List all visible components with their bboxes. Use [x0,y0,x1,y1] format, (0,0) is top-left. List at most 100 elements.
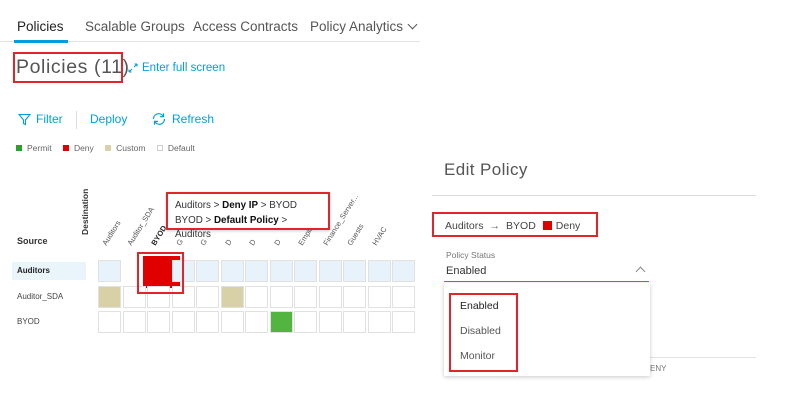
tooltip-line-2: BYOD > Default Policy > Auditors [175,214,321,243]
policy-status-select[interactable]: Enabled [444,262,649,282]
enter-full-screen-link[interactable]: Enter full screen [128,62,225,74]
matrix-cell[interactable] [245,285,268,308]
deny-color-swatch [542,221,552,230]
panel-divider [432,195,756,196]
tab-bar: Policies Scalable Groups Access Contract… [0,0,420,43]
column-label: Auditors [100,218,123,247]
legend-custom: Custom [105,143,145,153]
matrix-cell[interactable] [220,285,244,308]
enter-full-screen-label: Enter full screen [142,62,226,74]
column-label: HVAC [369,225,389,247]
matrix-cell[interactable] [294,311,317,333]
matrix-cell[interactable] [171,311,195,333]
tooltip-2-sep: > [202,214,214,226]
matrix-cell[interactable] [392,285,415,308]
tooltip-2-contract: Default Policy [213,214,279,226]
tooltip-1-sep: > [258,200,270,211]
legend: Permit Deny Custom Default [16,143,204,153]
matrix-cell[interactable] [269,260,293,282]
background-table-text: ENY [650,364,667,373]
matrix-cell[interactable] [367,311,391,333]
matrix-cell[interactable] [367,260,391,282]
matrix-cell[interactable] [392,311,415,333]
matrix-cell[interactable] [220,311,244,333]
legend-permit-label: Permit [27,143,52,153]
matrix-cell[interactable] [196,285,219,308]
legend-default-label: Default [167,143,195,153]
matrix-cell[interactable] [245,311,268,333]
legend-deny-label: Deny [73,143,94,153]
source-axis-label: Source [17,236,48,246]
tooltip-1-source: Auditors [175,200,211,211]
tab-scalable-groups[interactable]: Scalable Groups [85,19,185,34]
refresh-label: Refresh [172,112,215,126]
filter-label: Filter [36,112,63,126]
matrix-cell[interactable] [98,260,121,282]
legend-default-swatch [156,145,163,151]
matrix-cell[interactable] [147,311,170,333]
chevron-up-icon [635,266,646,277]
matrix-cell[interactable] [318,311,342,333]
matrix-cell[interactable] [318,285,342,308]
tab-policies[interactable]: Policies [17,19,64,34]
expand-icon [128,63,138,73]
matrix-cell[interactable] [343,311,366,333]
tooltip-1-contract: Deny IP [222,200,259,211]
tooltip-2-source: BYOD [175,214,203,226]
page-title: Policies (11) [16,56,130,78]
matrix-cell[interactable] [392,260,415,282]
matrix-cell[interactable] [220,260,244,282]
matrix-cell[interactable] [294,260,317,282]
matrix-cell[interactable] [98,285,121,308]
matrix-cell[interactable] [294,285,317,308]
matrix-cell[interactable] [269,285,293,308]
tooltip-1-sep: > [210,200,223,211]
policy-tooltip: Auditors > Deny IP > BYOD BYOD > Default… [166,192,330,240]
policy-status-label: Policy Status [446,250,496,260]
tab-access-contracts[interactable]: Access Contracts [193,19,298,34]
matrix-cell[interactable] [343,260,366,282]
tooltip-1-dest: BYOD [269,200,297,211]
breadcrumb-contract: Deny [555,220,581,232]
legend-custom-swatch [105,145,112,151]
matrix-cell[interactable] [367,285,391,308]
tab-policy-analytics-label: Policy Analytics [310,19,404,34]
column-label: Guests [345,222,366,247]
filter-icon [17,113,32,126]
legend-default: Default [156,143,195,153]
toolbar: Filter Deploy Refresh [0,108,420,132]
destination-axis-label: Destination [80,188,90,235]
row-label: BYOD [17,317,40,326]
tab-policy-analytics[interactable]: Policy Analytics [310,19,418,34]
tooltip-line-1: Auditors > Deny IP > BYOD [175,199,321,214]
matrix-cell[interactable] [196,260,219,282]
background-table-line [650,357,756,358]
toolbar-divider [76,111,77,129]
legend-custom-label: Custom [116,143,146,153]
active-tab-indicator [14,40,68,43]
matrix-cell[interactable] [122,311,146,333]
refresh-icon [152,113,166,125]
breadcrumb-destination: BYOD [506,220,536,232]
deploy-button[interactable]: Deploy [90,112,127,126]
tooltip-2-dest: Auditors [175,229,211,240]
matrix-cell[interactable] [318,260,342,282]
tooltip-2-sep: > [278,214,288,226]
policy-breadcrumb: Auditors → BYOD Deny [445,220,580,232]
matrix-cell[interactable] [269,311,293,333]
matrix-cell[interactable] [343,285,366,308]
matrix-cell[interactable] [196,311,219,333]
filter-button[interactable]: Filter [17,112,63,126]
refresh-button[interactable]: Refresh [151,112,214,126]
edit-policy-title: Edit Policy [444,160,528,179]
legend-deny-swatch [62,145,69,151]
matrix-cell[interactable] [98,311,121,333]
options-highlight-box [449,293,518,372]
breadcrumb-source: Auditors [445,220,484,232]
legend-deny: Deny [62,143,94,153]
row-label: Auditor_SDA [17,291,64,301]
matrix-cell[interactable] [245,260,268,282]
row-label: Auditors [17,266,50,275]
chevron-down-icon [407,19,418,30]
arrow-right-icon: → [489,220,501,232]
